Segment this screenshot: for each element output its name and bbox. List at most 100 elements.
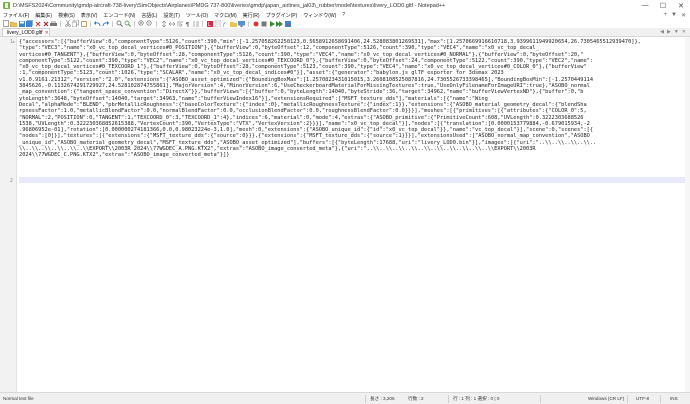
undo-icon[interactable] bbox=[94, 20, 101, 27]
current-line-highlight bbox=[19, 177, 685, 183]
new-tab-icon[interactable]: + bbox=[664, 12, 668, 18]
svg-text:f: f bbox=[223, 22, 226, 27]
status-divider bbox=[627, 395, 628, 403]
title-bar: D:\MSFS2024\Community\gmdp-aircraft-738-… bbox=[0, 0, 690, 11]
find-icon[interactable] bbox=[116, 20, 123, 27]
save-all-icon[interactable] bbox=[26, 20, 33, 27]
tab-label: livery_LOD0.gltf bbox=[7, 29, 43, 36]
tab-list-dropdown-icon[interactable]: ▼ bbox=[674, 29, 679, 35]
window-controls: — ☐ ✕ bbox=[636, 0, 690, 11]
status-divider bbox=[365, 395, 366, 403]
word-wrap-icon[interactable] bbox=[176, 20, 183, 27]
toolbar: ¶ L f bbox=[0, 19, 690, 28]
close-button[interactable]: ✕ bbox=[672, 0, 690, 11]
tab-bar: livery_LOD0.gltf ✕ ◀ ▶ ▼ ✕ bbox=[0, 28, 690, 37]
menu-edit[interactable]: 編集(E) bbox=[32, 12, 55, 19]
close-icon[interactable] bbox=[34, 20, 41, 27]
close-doc-icon[interactable]: ✕ bbox=[681, 12, 686, 19]
code-line: "nodes":[0]}],"textures":[{"extensions":… bbox=[19, 133, 590, 140]
record-icon[interactable] bbox=[252, 20, 259, 27]
save-macro-icon[interactable] bbox=[284, 20, 291, 27]
toolbar-separator bbox=[248, 20, 249, 27]
toolbar-separator bbox=[112, 20, 113, 27]
status-insert-mode[interactable]: INS bbox=[670, 396, 678, 401]
menu-language[interactable]: 言語(L) bbox=[138, 12, 160, 19]
menu-help[interactable]: ? bbox=[339, 12, 348, 18]
print-icon[interactable] bbox=[50, 20, 57, 27]
menu-tools[interactable]: ツール(O) bbox=[183, 12, 211, 19]
window-title: D:\MSFS2024\Community\gmdp-aircraft-738-… bbox=[13, 2, 446, 9]
menu-run[interactable]: 実行(R) bbox=[240, 12, 263, 19]
doc-map-icon[interactable] bbox=[214, 20, 221, 27]
menu-right-controls: + ▼ ✕ bbox=[664, 11, 687, 19]
folder-workspace-icon[interactable] bbox=[230, 20, 237, 27]
code-line: 2024\\77WGDEC_C.PNG.KTX2","extras":"ASOB… bbox=[19, 152, 230, 159]
sync-v-icon[interactable] bbox=[160, 20, 167, 27]
sync-h-icon[interactable] bbox=[168, 20, 175, 27]
menu-bar: ファイル(F) 編集(E) 検索(S) 表示(V) エンコード(N) 言語(L)… bbox=[0, 11, 690, 19]
play-icon[interactable] bbox=[268, 20, 275, 27]
tab-livery-gltf[interactable]: livery_LOD0.gltf ✕ bbox=[2, 28, 50, 36]
editor-area[interactable]: 1 ▸ 2 {"accessors":[{"bufferView":0,"com… bbox=[0, 37, 690, 392]
toolbar-separator bbox=[134, 20, 135, 27]
copy-icon[interactable] bbox=[72, 20, 79, 27]
stop-icon[interactable] bbox=[260, 20, 267, 27]
zoom-out-icon[interactable] bbox=[146, 20, 153, 27]
toolbar-separator bbox=[202, 20, 203, 27]
zoom-in-icon[interactable] bbox=[138, 20, 145, 27]
open-file-icon[interactable] bbox=[10, 20, 17, 27]
new-file-icon[interactable] bbox=[2, 20, 9, 27]
menu-view[interactable]: 表示(V) bbox=[78, 12, 101, 19]
indent-guide-icon[interactable] bbox=[192, 20, 199, 27]
play-multi-icon[interactable] bbox=[276, 20, 283, 27]
status-encoding[interactable]: UTF-8 bbox=[636, 396, 649, 401]
cut-icon[interactable] bbox=[64, 20, 71, 27]
tab-list-icon[interactable]: ▼ bbox=[671, 12, 677, 18]
toolbar-separator bbox=[156, 20, 157, 27]
tab-scroll-left-icon[interactable]: ◀ bbox=[660, 29, 664, 35]
status-divider bbox=[540, 395, 541, 403]
code-text[interactable]: {"accessors":[{"bufferView":0,"component… bbox=[19, 39, 685, 159]
line-number: 1 bbox=[9, 39, 13, 45]
status-lines: 行数 : 2 bbox=[408, 396, 424, 401]
show-all-icon[interactable]: ¶ bbox=[184, 20, 191, 27]
line-number: 2 bbox=[9, 178, 13, 184]
line-number-gutter: 1 ▸ 2 bbox=[0, 37, 17, 392]
toolbar-separator bbox=[60, 20, 61, 27]
status-bar: Normal text file 長さ : 3,206 行数 : 2 行 : 1… bbox=[0, 392, 690, 404]
svg-text:L: L bbox=[208, 22, 211, 27]
maximize-button[interactable]: ☐ bbox=[654, 0, 672, 11]
redo-icon[interactable] bbox=[102, 20, 109, 27]
menu-settings[interactable]: 設定(T) bbox=[160, 12, 182, 19]
status-length: 長さ : 3,206 bbox=[370, 396, 395, 401]
tab-scroll-controls: ◀ ▶ ▼ ✕ bbox=[660, 28, 686, 36]
menu-macro[interactable]: マクロ(M) bbox=[211, 12, 240, 19]
paste-icon[interactable] bbox=[80, 20, 87, 27]
code-line: rpnessFactor":1.0,"metallicBlendFactor":… bbox=[19, 108, 587, 115]
notepad-plus-plus-icon bbox=[3, 2, 10, 9]
status-divider bbox=[448, 395, 449, 403]
toolbar-separator bbox=[90, 20, 91, 27]
status-eol[interactable]: Windows (CR LF) bbox=[588, 396, 624, 401]
save-icon[interactable] bbox=[18, 20, 25, 27]
menu-encoding[interactable]: エンコード(N) bbox=[100, 12, 138, 19]
replace-icon[interactable] bbox=[124, 20, 131, 27]
menu-file[interactable]: ファイル(F) bbox=[0, 12, 32, 19]
tab-scroll-right-icon[interactable]: ▶ bbox=[667, 29, 671, 35]
menu-search[interactable]: 検索(S) bbox=[55, 12, 78, 19]
minimize-button[interactable]: — bbox=[636, 0, 654, 11]
menu-plugins[interactable]: プラグイン(P) bbox=[263, 12, 301, 19]
monitor-icon[interactable] bbox=[238, 20, 245, 27]
tab-close-all-icon[interactable]: ✕ bbox=[682, 29, 686, 35]
status-position: 行 : 1 列 : 1 選択 : 0 | 0 bbox=[453, 396, 500, 401]
menu-window[interactable]: ウィンドウ(W) bbox=[300, 12, 339, 19]
svg-text:¶: ¶ bbox=[185, 21, 189, 27]
lang-icon[interactable]: L bbox=[206, 20, 213, 27]
status-file-type: Normal text file bbox=[3, 396, 34, 401]
func-list-icon[interactable]: f bbox=[222, 20, 229, 27]
fold-marker-icon[interactable]: ▸ bbox=[13, 39, 15, 44]
tab-close-icon[interactable]: ✕ bbox=[45, 30, 49, 36]
close-all-icon[interactable] bbox=[42, 20, 49, 27]
status-divider bbox=[660, 395, 661, 403]
vertical-scrollbar[interactable] bbox=[685, 37, 690, 392]
